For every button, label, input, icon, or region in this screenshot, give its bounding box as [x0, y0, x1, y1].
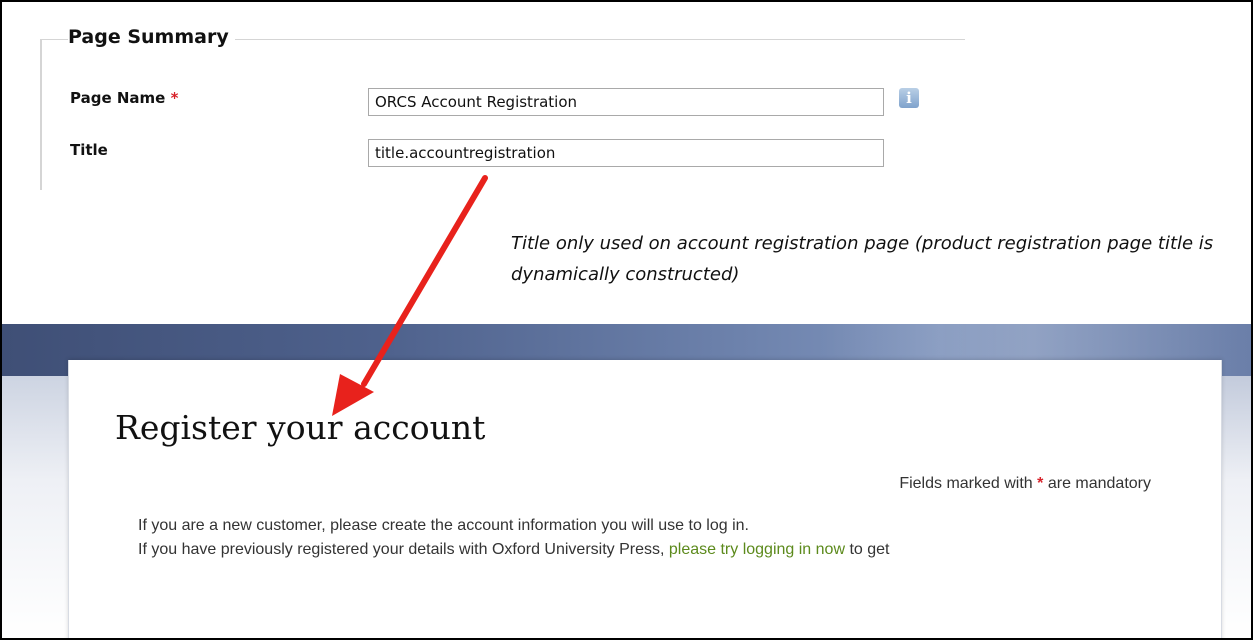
intro-line-2-suffix: to get [845, 541, 890, 558]
info-icon[interactable]: i [899, 88, 919, 108]
site-left-edge [2, 376, 68, 638]
title-label: Title [70, 141, 108, 159]
intro-line-1: If you are a new customer, please create… [138, 517, 749, 534]
intro-line-2-prefix: If you have previously registered your d… [138, 541, 669, 558]
page-summary-legend: Page Summary [68, 26, 235, 48]
title-input[interactable] [368, 139, 884, 167]
page-name-label: Page Name * [70, 89, 178, 107]
site-content-panel [68, 360, 1222, 638]
site-right-edge [1220, 376, 1251, 638]
page-name-input[interactable] [368, 88, 884, 116]
website-preview: Register your account Fields marked with… [2, 324, 1251, 638]
mandatory-suffix: are mandatory [1043, 475, 1151, 492]
mandatory-prefix: Fields marked with [899, 475, 1038, 492]
screenshot-frame: Page Summary Page Name * i Title Title o… [0, 0, 1253, 640]
required-marker: * [170, 89, 179, 107]
intro-line-2: If you have previously registered your d… [138, 541, 889, 559]
fieldset-border-left [40, 40, 42, 190]
login-now-link[interactable]: please try logging in now [669, 541, 845, 558]
page-name-label-text: Page Name [70, 89, 166, 107]
annotation-note: Title only used on account registration … [511, 233, 1214, 285]
mandatory-note: Fields marked with * are mandatory [899, 475, 1151, 493]
register-heading: Register your account [115, 408, 486, 447]
